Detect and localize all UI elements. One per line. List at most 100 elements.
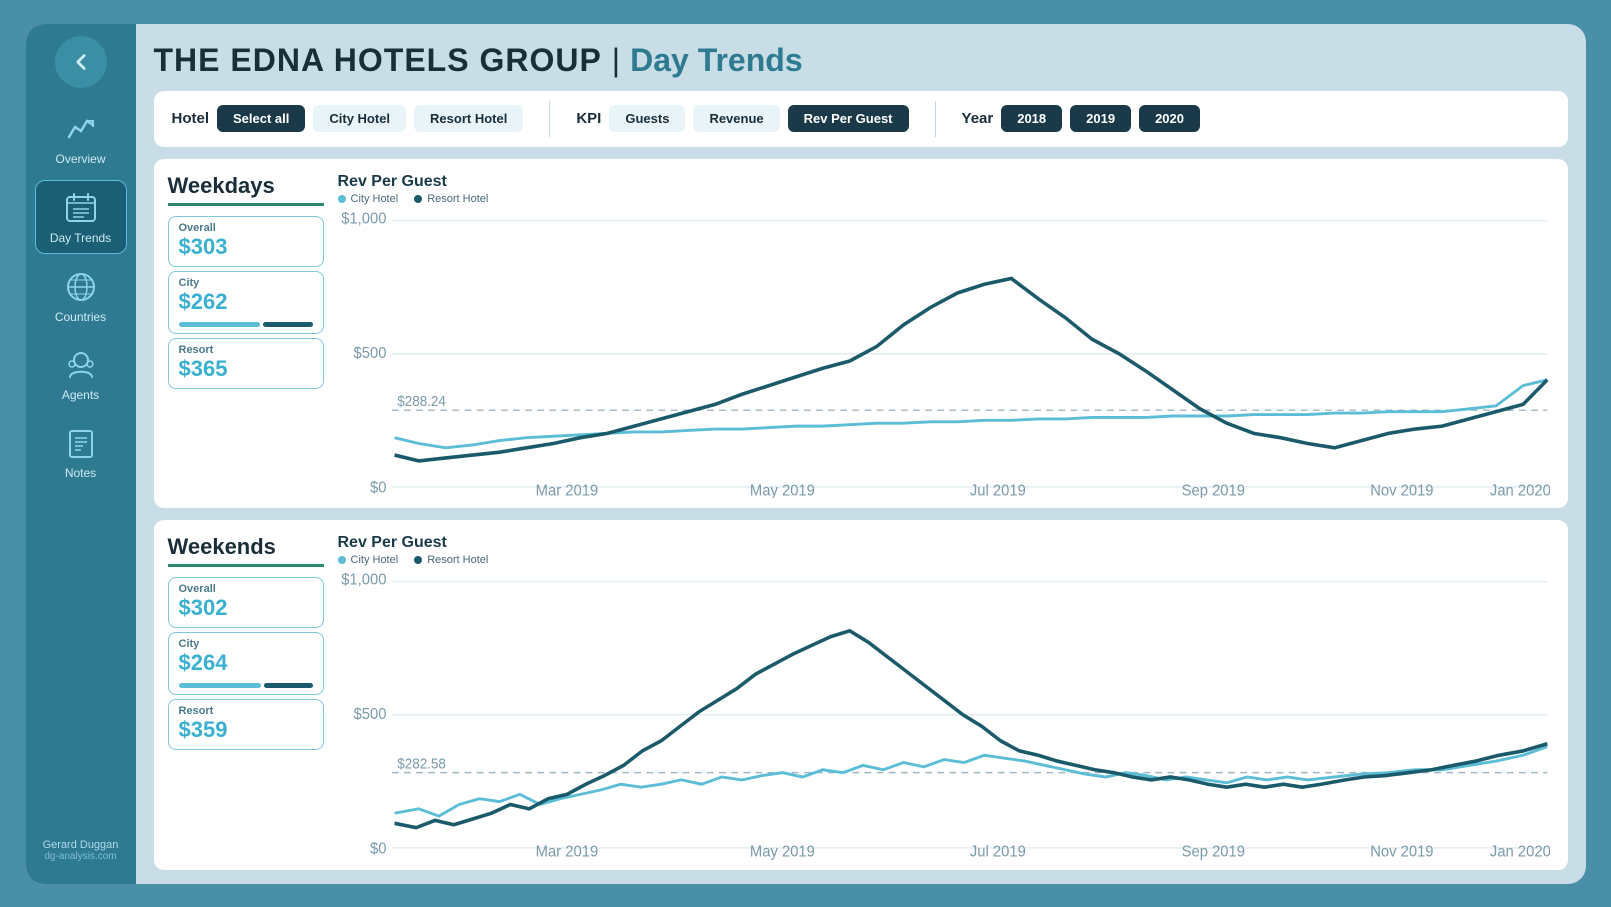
day-trends-icon [62, 189, 100, 227]
svg-text:$0: $0 [370, 840, 386, 858]
filter-guests[interactable]: Guests [609, 105, 685, 132]
sidebar-item-notes[interactable]: Notes [35, 416, 127, 488]
weekends-resort-value: $359 [179, 717, 313, 743]
svg-text:Nov 2019: Nov 2019 [1370, 482, 1433, 498]
svg-text:Jan 2020: Jan 2020 [1489, 843, 1549, 859]
filter-rev-per-guest[interactable]: Rev Per Guest [788, 105, 909, 132]
weekends-resort-label: Resort [179, 705, 313, 717]
weekends-city-dot [338, 556, 346, 564]
outer-container: Overview Day Trends [26, 24, 1586, 884]
year-filter-group: Year 2018 2019 2020 [962, 105, 1200, 132]
weekdays-overall-card: Overall $303 [168, 216, 324, 267]
weekends-city-card: City $264 [168, 632, 324, 695]
weekdays-legend-city: City Hotel [338, 193, 399, 205]
weekends-resort-dot [414, 556, 422, 564]
svg-text:Sep 2019: Sep 2019 [1181, 482, 1244, 498]
weekdays-resort-label: Resort [179, 344, 313, 356]
svg-text:$500: $500 [353, 706, 386, 724]
sidebar-notes-label: Notes [65, 466, 96, 480]
filter-select-all[interactable]: Select all [217, 105, 305, 132]
svg-text:Jul 2019: Jul 2019 [969, 843, 1025, 859]
svg-text:Mar 2019: Mar 2019 [535, 482, 598, 498]
weekends-city-label: City [179, 638, 313, 650]
filter-resort-hotel[interactable]: Resort Hotel [414, 105, 523, 132]
filter-city-hotel[interactable]: City Hotel [313, 105, 406, 132]
svg-text:May 2019: May 2019 [749, 843, 814, 859]
weekdays-resort-value: $365 [179, 356, 313, 382]
separator-1 [549, 101, 550, 137]
weekends-legend-resort: Resort Hotel [414, 554, 488, 566]
weekends-panel: Weekends Overall $302 City $264 [154, 520, 1568, 870]
weekdays-legend: City Hotel Resort Hotel [338, 193, 1550, 205]
weekends-title: Weekends [168, 534, 324, 567]
weekdays-city-dot [338, 195, 346, 203]
agents-icon [62, 346, 100, 384]
sidebar-countries-label: Countries [55, 310, 106, 324]
weekdays-resort-dot [414, 195, 422, 203]
separator-2 [935, 101, 936, 137]
hotel-label: Hotel [172, 110, 210, 127]
filter-bar: Hotel Select all City Hotel Resort Hotel… [154, 91, 1568, 147]
weekdays-panel: Weekdays Overall $303 City $262 [154, 159, 1568, 509]
sidebar-footer: Gerard Duggan dg-analysis.com [43, 839, 119, 872]
kpi-filter-group: KPI Guests Revenue Rev Per Guest [576, 105, 908, 132]
filter-revenue[interactable]: Revenue [693, 105, 779, 132]
filter-2018[interactable]: 2018 [1001, 105, 1062, 132]
weekdays-chart-right: Rev Per Guest City Hotel Resort Hotel [338, 173, 1550, 499]
weekends-overall-value: $302 [179, 595, 313, 621]
weekends-overall-label: Overall [179, 583, 313, 595]
svg-text:Mar 2019: Mar 2019 [535, 843, 598, 859]
weekdays-chart: $1,000 $500 $0 $288.24 [338, 209, 1550, 499]
weekends-chart-title: Rev Per Guest [338, 534, 1550, 552]
weekends-city-value: $264 [179, 650, 313, 676]
weekdays-title: Weekdays [168, 173, 324, 206]
user-website: dg-analysis.com [44, 851, 116, 862]
weekends-overall-card: Overall $302 [168, 577, 324, 628]
weekdays-city-bar-light [179, 322, 260, 327]
sidebar-agents-label: Agents [62, 388, 99, 402]
charts-area: Weekdays Overall $303 City $262 [154, 159, 1568, 870]
weekends-city-bar-light [179, 683, 262, 688]
weekdays-stats: Weekdays Overall $303 City $262 [168, 173, 324, 499]
svg-text:$1,000: $1,000 [341, 210, 386, 228]
weekdays-city-bar-dark [263, 322, 313, 327]
overview-icon [62, 110, 100, 148]
back-button[interactable] [55, 36, 107, 88]
sidebar-item-agents[interactable]: Agents [35, 338, 127, 410]
svg-text:Nov 2019: Nov 2019 [1370, 843, 1433, 859]
weekdays-city-card: City $262 [168, 271, 324, 334]
weekends-resort-card: Resort $359 [168, 699, 324, 750]
main-content: THE EDNA HOTELS GROUP | Day Trends Hotel… [136, 24, 1586, 884]
weekdays-chart-title: Rev Per Guest [338, 173, 1550, 191]
weekends-legend: City Hotel Resort Hotel [338, 554, 1550, 566]
svg-text:$0: $0 [370, 479, 386, 497]
svg-text:$282.58: $282.58 [397, 755, 446, 772]
svg-text:$288.24: $288.24 [397, 392, 446, 409]
title-section: Day Trends [630, 42, 803, 79]
weekdays-resort-card: Resort $365 [168, 338, 324, 389]
weekends-stats: Weekends Overall $302 City $264 [168, 534, 324, 860]
svg-text:$500: $500 [353, 344, 386, 362]
sidebar-overview-label: Overview [55, 152, 105, 166]
weekdays-overall-value: $303 [179, 234, 313, 260]
filter-2020[interactable]: 2020 [1139, 105, 1200, 132]
weekends-city-bar-dark [264, 683, 312, 688]
countries-icon [62, 268, 100, 306]
weekdays-legend-resort: Resort Hotel [414, 193, 488, 205]
weekdays-city-value: $262 [179, 289, 313, 315]
weekends-legend-city: City Hotel [338, 554, 399, 566]
sidebar-item-overview[interactable]: Overview [35, 102, 127, 174]
hotel-filter-group: Hotel Select all City Hotel Resort Hotel [172, 105, 524, 132]
sidebar: Overview Day Trends [26, 24, 136, 884]
svg-text:Jul 2019: Jul 2019 [969, 482, 1025, 498]
notes-icon [62, 424, 100, 462]
filter-2019[interactable]: 2019 [1070, 105, 1131, 132]
sidebar-item-day-trends[interactable]: Day Trends [35, 180, 127, 254]
title-brand: THE EDNA HOTELS GROUP [154, 42, 602, 79]
weekdays-city-label: City [179, 277, 313, 289]
svg-text:$1,000: $1,000 [341, 571, 386, 589]
svg-text:Jan 2020: Jan 2020 [1489, 482, 1549, 498]
sidebar-item-countries[interactable]: Countries [35, 260, 127, 332]
user-name: Gerard Duggan [43, 839, 119, 851]
svg-text:May 2019: May 2019 [749, 482, 814, 498]
